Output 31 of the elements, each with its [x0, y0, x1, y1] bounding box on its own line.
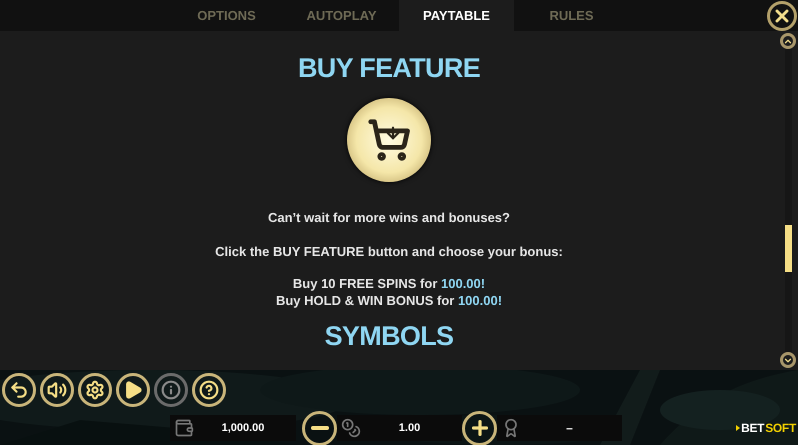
scrollbar-thumb[interactable] — [784, 225, 792, 272]
logo-arrow-icon — [736, 425, 740, 431]
sound-button[interactable] — [40, 373, 74, 407]
settings-icon — [85, 380, 105, 400]
help-button[interactable] — [192, 373, 226, 407]
close-button[interactable] — [767, 1, 797, 31]
play-icon — [123, 380, 143, 400]
section-heading: SYMBOLS — [324, 323, 454, 350]
offer-text: Buy 10 FREE SPINS for 100.00! — [292, 275, 486, 292]
settings-button[interactable] — [78, 373, 112, 407]
back-icon — [9, 380, 29, 400]
autoplay-button[interactable] — [116, 373, 150, 407]
info-icon — [161, 380, 181, 400]
tab[interactable]: PAYTABLE — [399, 0, 514, 31]
logo: BETSOFT — [736, 419, 798, 437]
description-text: Can’t wait for more wins and bonuses? — [268, 209, 510, 227]
minus-icon — [310, 426, 328, 430]
offer-text: Buy HOLD & WIN BONUS for 100.00! — [276, 292, 502, 309]
back-button[interactable] — [2, 373, 36, 407]
tab[interactable]: AUTOPLAY — [284, 0, 399, 31]
help-icon — [199, 380, 219, 400]
description-text: Click the BUY FEATURE button and choose your bonus: — [215, 242, 563, 261]
tab[interactable]: OPTIONS — [169, 0, 284, 31]
win-value: – — [565, 420, 574, 437]
section-heading: BUY FEATURE — [298, 55, 480, 82]
coins-icon — [341, 418, 361, 438]
bet-value: 1.00 — [398, 420, 422, 436]
tab[interactable]: RULES — [514, 0, 629, 31]
wallet-icon — [174, 418, 194, 438]
balance-value: 1,000.00 — [220, 420, 266, 436]
speaker-icon — [47, 380, 67, 400]
